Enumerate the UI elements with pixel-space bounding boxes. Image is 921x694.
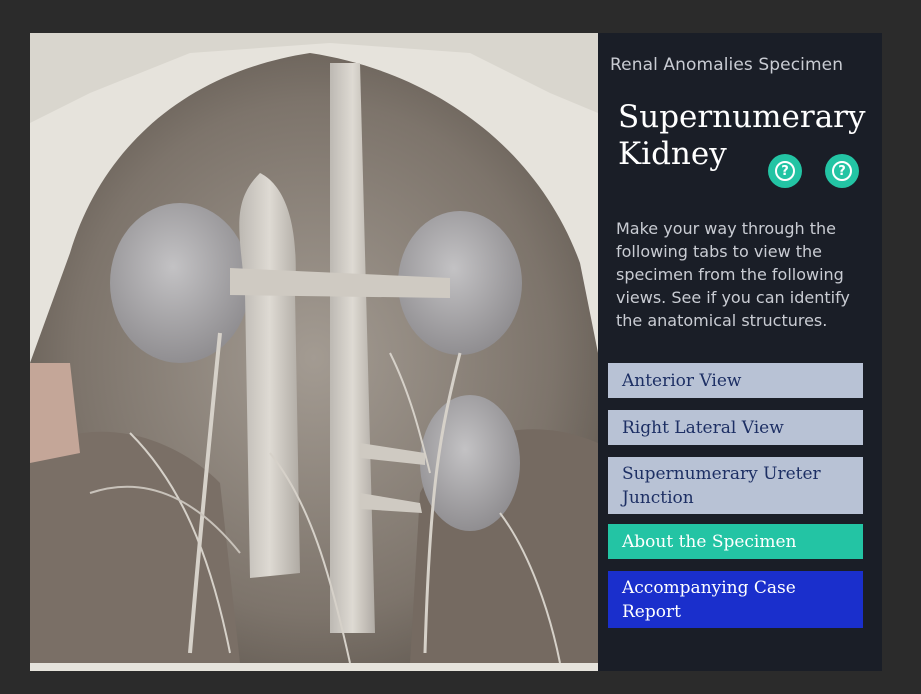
help-button-1[interactable]: ? xyxy=(768,154,802,188)
tab-label: Anterior View xyxy=(622,370,742,391)
tab-anterior-view[interactable]: Anterior View xyxy=(608,363,863,398)
question-circle-icon: ? xyxy=(832,161,852,181)
specimen-subtitle: Renal Anomalies Specimen xyxy=(610,55,844,75)
specimen-image xyxy=(30,33,598,671)
intro-text: Make your way through the following tabs… xyxy=(616,219,850,330)
app-frame: Renal Anomalies Specimen Supernumerary K… xyxy=(30,33,882,671)
info-panel: Renal Anomalies Specimen Supernumerary K… xyxy=(598,33,882,671)
tab-label: Right Lateral View xyxy=(622,417,784,438)
question-circle-icon: ? xyxy=(775,161,795,181)
specimen-photo xyxy=(30,33,598,671)
page-title: Supernumerary Kidney xyxy=(618,99,866,172)
tab-accompanying-case-report[interactable]: Accompanying Case Report xyxy=(608,571,863,628)
tab-supernumerary-ureter-junction[interactable]: Supernumerary Ureter Junction xyxy=(608,457,863,514)
tab-right-lateral-view[interactable]: Right Lateral View xyxy=(608,410,863,445)
help-button-2[interactable]: ? xyxy=(825,154,859,188)
tab-label: Supernumerary Ureter Junction xyxy=(622,463,821,508)
tab-label: About the Specimen xyxy=(622,531,797,552)
tab-about-the-specimen[interactable]: About the Specimen xyxy=(608,524,863,559)
tab-label: Accompanying Case Report xyxy=(622,577,796,622)
